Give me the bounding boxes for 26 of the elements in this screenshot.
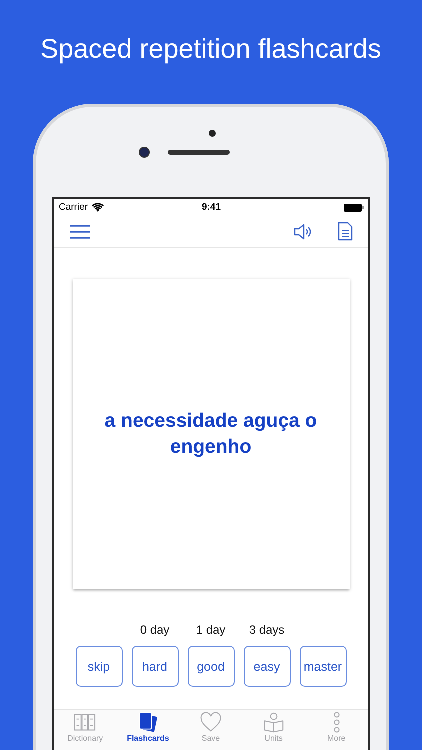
interval-label: 3 days bbox=[249, 623, 285, 639]
document-icon[interactable] bbox=[338, 222, 353, 241]
tab-button[interactable]: Flashcards bbox=[116, 710, 180, 750]
menu-icon[interactable] bbox=[70, 224, 90, 238]
speaker-icon[interactable] bbox=[294, 224, 312, 240]
reader-icon bbox=[262, 712, 286, 733]
sensor-dot bbox=[208, 130, 216, 137]
card-phrase: a necessidade aguça o engenho bbox=[104, 409, 318, 460]
battery-icon bbox=[344, 204, 364, 212]
answer-button[interactable]: good bbox=[188, 646, 234, 687]
answer-button[interactable]: hard bbox=[132, 646, 178, 687]
carrier-label: Carrier bbox=[59, 202, 88, 213]
answer-button[interactable]: skip bbox=[76, 646, 122, 687]
books-icon bbox=[73, 712, 98, 733]
answer-button[interactable]: easy bbox=[244, 646, 290, 687]
interval-label: 0 day bbox=[140, 623, 170, 639]
status-time: 9:41 bbox=[202, 202, 221, 213]
wifi-icon bbox=[92, 203, 104, 212]
heart-icon bbox=[198, 712, 223, 733]
camera-icon bbox=[138, 147, 150, 158]
more-icon bbox=[334, 712, 340, 733]
interval-label: 1 day bbox=[196, 623, 226, 639]
flashcard[interactable]: a necessidade aguça o engenho bbox=[72, 279, 350, 589]
headline: Spaced repetition flashcards bbox=[40, 33, 382, 66]
answer-button[interactable]: master bbox=[300, 646, 346, 687]
speaker-grille bbox=[168, 150, 230, 155]
